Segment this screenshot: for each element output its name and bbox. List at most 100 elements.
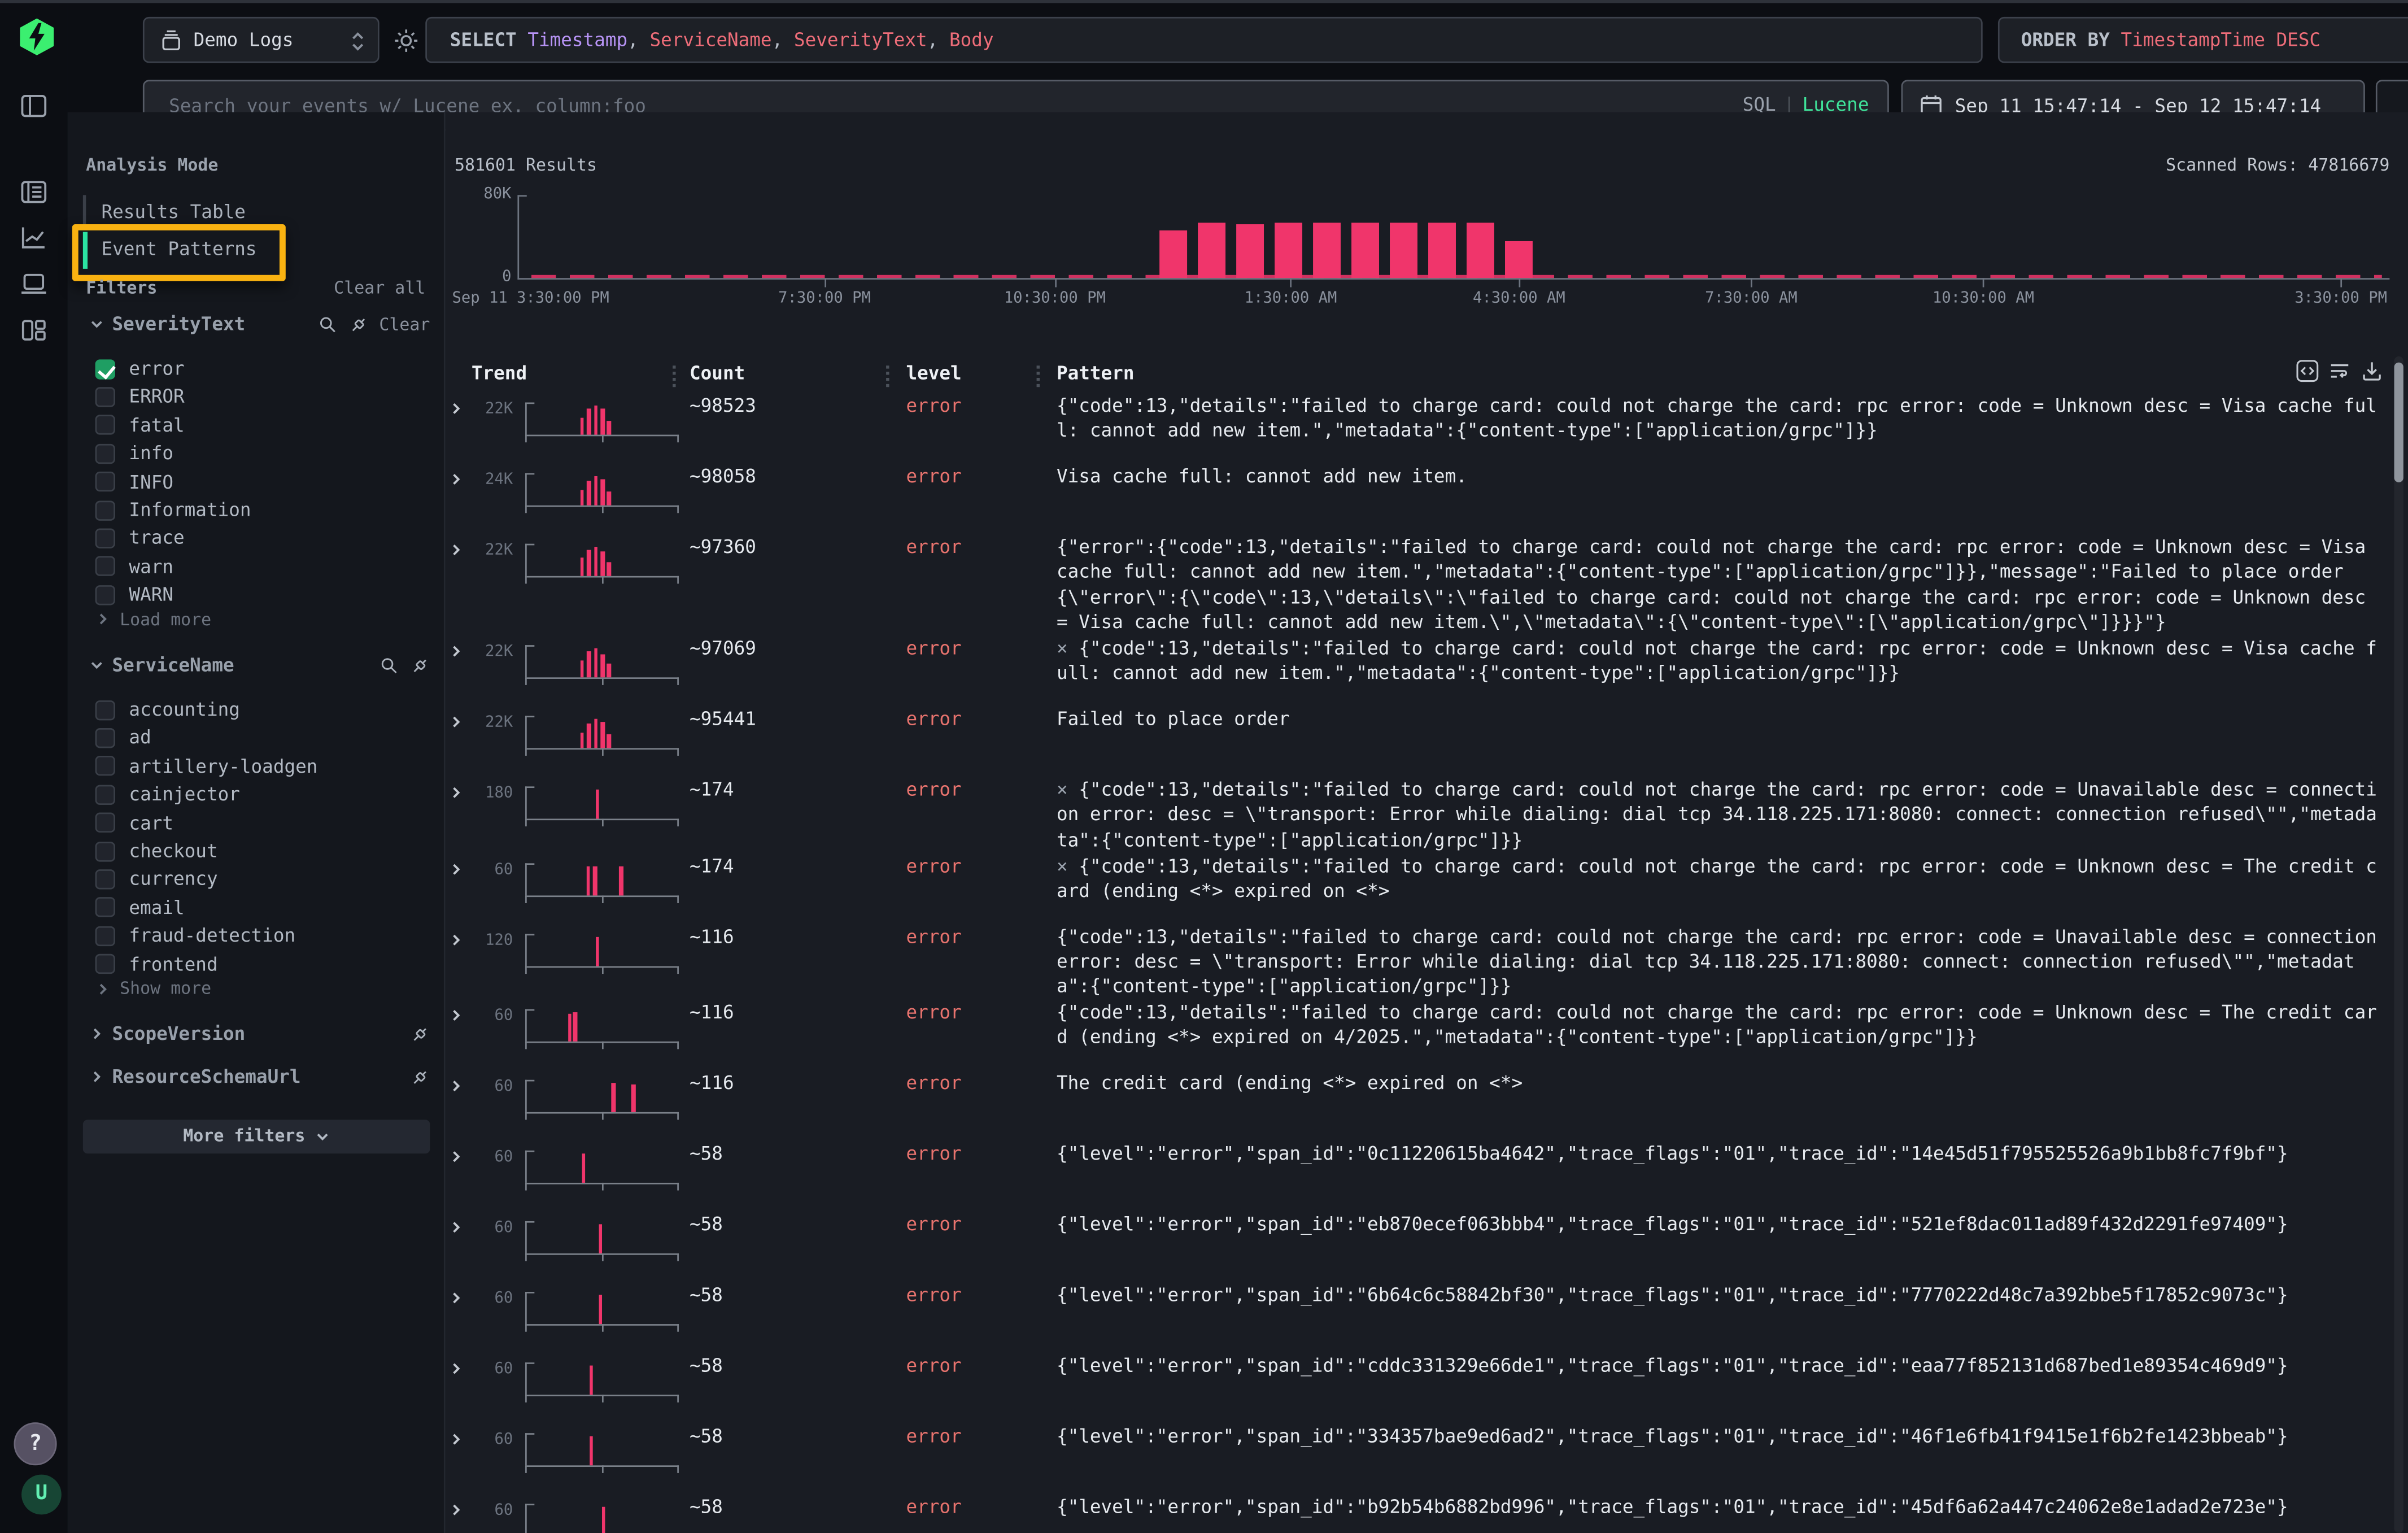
select-query-editor[interactable]: SELECT Timestamp, ServiceName, SeverityT… [425, 17, 1982, 63]
filter-item[interactable]: currency [95, 865, 430, 893]
table-row[interactable]: 180~174error× {"code":13,"details":"fail… [446, 777, 2408, 853]
checkbox-unchecked[interactable] [95, 926, 115, 946]
help-button[interactable]: ? [14, 1422, 56, 1465]
checkbox-unchecked[interactable] [95, 387, 115, 407]
checkbox-unchecked[interactable] [95, 556, 115, 576]
table-row[interactable]: 120~116error{"code":13,"details":"failed… [446, 924, 2408, 1000]
search-logs-icon[interactable] [20, 178, 47, 206]
filter-group-header-ScopeVersion[interactable]: ScopeVersion [89, 1022, 430, 1047]
column-separator[interactable] [886, 365, 889, 387]
table-row[interactable]: 24K~98058errorVisa cache full: cannot ad… [446, 464, 2408, 534]
checkbox-unchecked[interactable] [95, 500, 115, 520]
sidebar-toggle-icon[interactable] [20, 92, 47, 120]
filter-item[interactable]: cart [95, 809, 430, 837]
filter-item[interactable]: info [95, 439, 430, 467]
filter-group-header-SeverityText[interactable]: SeverityTextClear [89, 312, 430, 337]
order-by-editor[interactable]: ORDER BY TimestampTime DESC [1998, 17, 2408, 63]
checkbox-unchecked[interactable] [95, 728, 115, 748]
table-row[interactable]: 22K~97069error× {"code":13,"details":"fa… [446, 636, 2408, 707]
user-avatar[interactable]: U [21, 1475, 62, 1515]
filter-group-header-ServiceName[interactable]: ServiceName [89, 653, 430, 678]
results-histogram[interactable]: 80K 0 Sep 11 3:30:00 PM7:30:00 PM10:30:0… [446, 112, 2408, 312]
chevron-right-icon[interactable] [89, 1027, 104, 1042]
checkbox-unchecked[interactable] [95, 841, 115, 861]
table-row[interactable]: 60~174error× {"code":13,"details":"faile… [446, 853, 2408, 924]
checkbox-unchecked[interactable] [95, 813, 115, 833]
checkbox-unchecked[interactable] [95, 898, 115, 917]
checkbox-unchecked[interactable] [95, 700, 115, 720]
checkbox-unchecked[interactable] [95, 415, 115, 435]
table-row[interactable]: 60~58error{"level":"error","span_id":"33… [446, 1424, 2408, 1495]
checkbox-checked[interactable] [95, 359, 115, 378]
checkbox-unchecked[interactable] [95, 528, 115, 548]
table-row[interactable]: 60~58error{"level":"error","span_id":"0c… [446, 1142, 2408, 1212]
pattern-text: Visa cache full: cannot add new item. [1057, 464, 2384, 489]
table-row[interactable]: 60~58error{"level":"error","span_id":"cd… [446, 1353, 2408, 1424]
load-more-button[interactable]: Show more [95, 978, 212, 998]
filter-item[interactable]: accounting [95, 696, 430, 724]
chevron-down-icon[interactable] [89, 316, 104, 332]
chevron-down-icon[interactable] [89, 657, 104, 673]
download-icon[interactable] [2351, 359, 2383, 382]
filter-item[interactable]: INFO [95, 468, 430, 495]
load-more-button[interactable]: Load more [95, 609, 212, 629]
checkbox-unchecked[interactable] [95, 869, 115, 889]
table-row[interactable]: 60~58error{"level":"error","span_id":"eb… [446, 1212, 2408, 1283]
filter-item[interactable]: email [95, 894, 430, 921]
chevron-right-icon[interactable] [89, 1070, 104, 1085]
pin-icon[interactable] [410, 655, 430, 675]
filter-search-icon[interactable] [379, 655, 399, 675]
gear-icon[interactable] [393, 28, 419, 54]
select-query-token: SELECT [450, 29, 528, 51]
filter-item[interactable]: warn [95, 552, 430, 580]
table-row[interactable]: 60~116error{"code":13,"details":"failed … [446, 1000, 2408, 1070]
more-filters-button[interactable]: More filters [83, 1120, 430, 1154]
pin-icon[interactable] [410, 1068, 430, 1087]
table-row[interactable]: 22K~98523error{"code":13,"details":"fail… [446, 393, 2408, 464]
column-separator[interactable] [1037, 365, 1040, 387]
filter-item[interactable]: ERROR [95, 383, 430, 411]
filter-item[interactable]: WARN [95, 581, 430, 608]
checkbox-unchecked[interactable] [95, 472, 115, 491]
filter-item[interactable]: ad [95, 724, 430, 752]
column-header-pattern[interactable]: Pattern [1057, 363, 1135, 384]
chart-explorer-icon[interactable] [20, 224, 47, 252]
pin-icon[interactable] [410, 1025, 430, 1044]
table-row[interactable]: 22K~97360error{"error":{"code":13,"detai… [446, 534, 2408, 635]
filter-search-icon[interactable] [318, 314, 338, 334]
wrap-text-icon[interactable] [2319, 359, 2351, 382]
filter-clear-button[interactable]: Clear [379, 314, 430, 334]
scrollbar-track[interactable] [2394, 356, 2403, 1533]
source-select[interactable]: Demo Logs [143, 17, 379, 63]
scrollbar-thumb[interactable] [2394, 363, 2403, 482]
filter-item[interactable]: frontend [95, 950, 430, 978]
column-header-count[interactable]: Count [690, 363, 745, 384]
filter-item[interactable]: artillery-loadgen [95, 752, 430, 780]
sessions-icon[interactable] [20, 271, 47, 298]
pin-icon[interactable] [348, 314, 368, 334]
filter-item[interactable]: trace [95, 524, 430, 552]
table-row[interactable]: 60~116errorThe credit card (ending <*> e… [446, 1070, 2408, 1141]
checkbox-unchecked[interactable] [95, 954, 115, 974]
column-separator[interactable] [673, 365, 675, 387]
filter-item[interactable]: Information [95, 496, 430, 524]
checkbox-unchecked[interactable] [95, 756, 115, 776]
column-header-level[interactable]: level [906, 363, 961, 384]
filter-item[interactable]: fatal [95, 411, 430, 439]
table-row[interactable]: 22K~95441errorFailed to place order [446, 707, 2408, 777]
app-logo-icon[interactable] [17, 17, 57, 57]
checkbox-unchecked[interactable] [95, 443, 115, 463]
view-code-icon[interactable] [2287, 359, 2319, 382]
filter-item[interactable]: error [95, 355, 430, 382]
filter-item[interactable]: fraud-detection [95, 922, 430, 950]
filter-group-header-ResourceSchemaUrl[interactable]: ResourceSchemaUrl [89, 1065, 430, 1090]
dashboards-icon[interactable] [20, 316, 47, 344]
checkbox-unchecked[interactable] [95, 785, 115, 804]
trend-max-label: 22K [457, 643, 513, 660]
filter-item[interactable]: cainjector [95, 781, 430, 808]
table-row[interactable]: 60~58error{"level":"error","span_id":"6b… [446, 1283, 2408, 1353]
column-header-trend[interactable]: Trend [472, 363, 527, 384]
checkbox-unchecked[interactable] [95, 585, 115, 604]
table-row[interactable]: 60~58error{"level":"error","span_id":"b9… [446, 1495, 2408, 1533]
filter-item[interactable]: checkout [95, 837, 430, 865]
